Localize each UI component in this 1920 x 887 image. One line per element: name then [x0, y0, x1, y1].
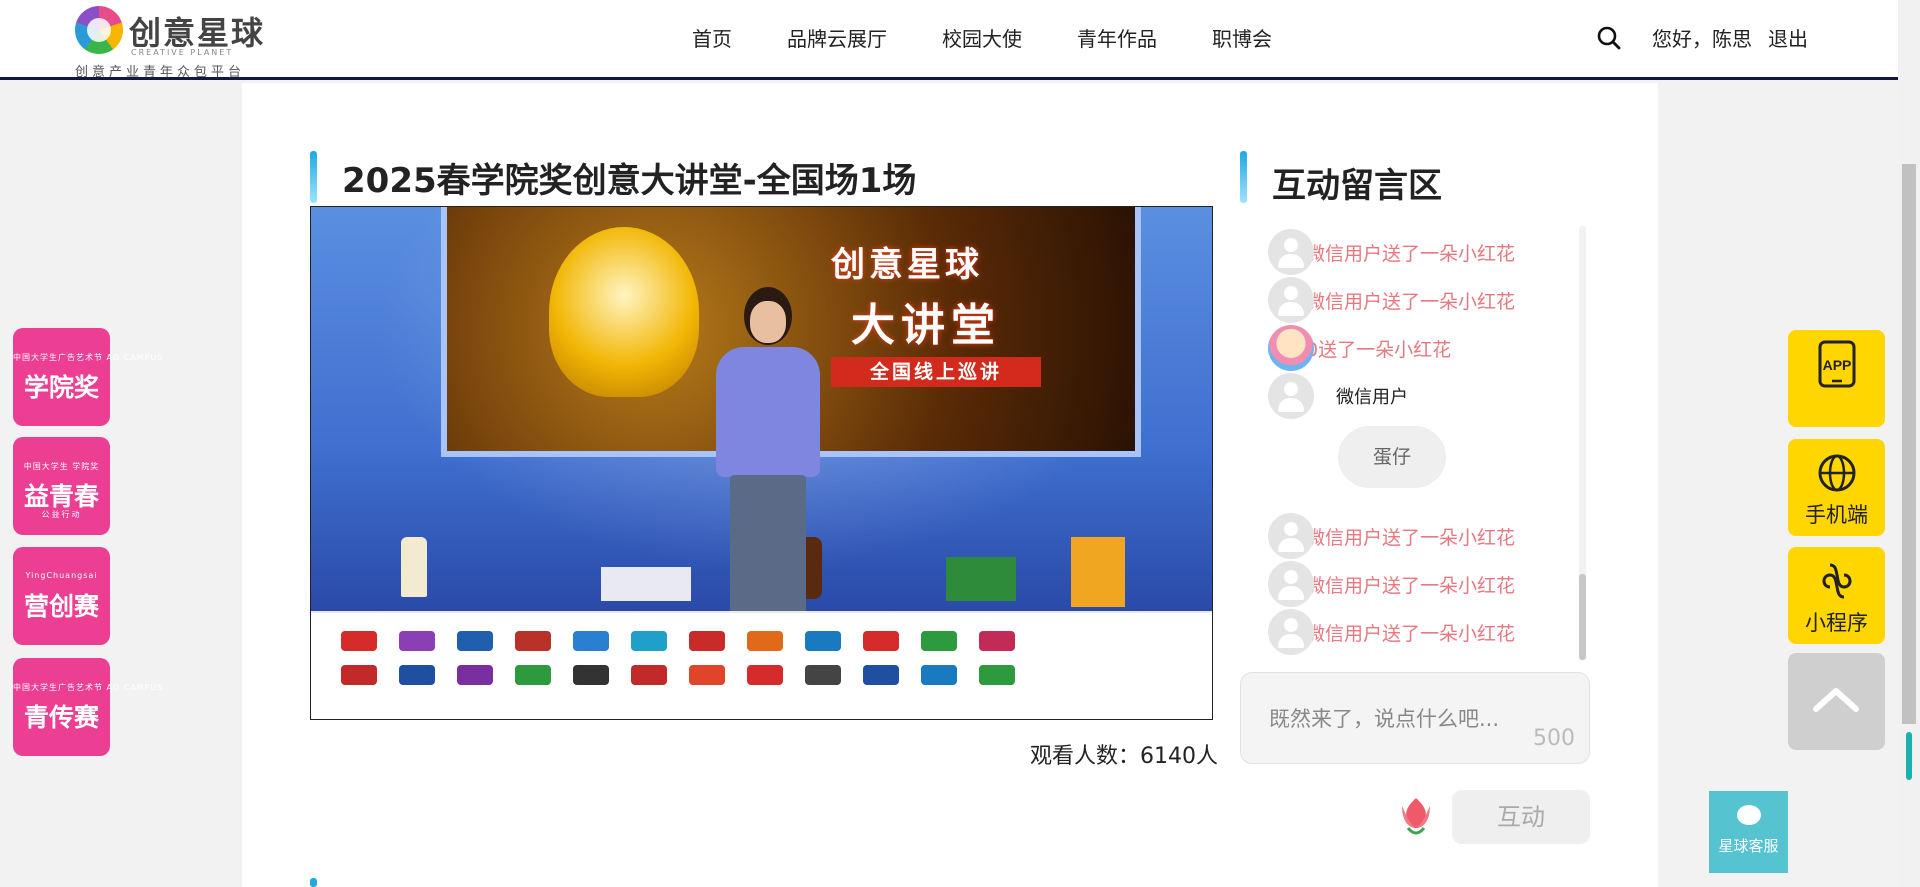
float-small-text: 中国大学生广告艺术节 AD CAMPUS [13, 683, 164, 692]
float-college-award[interactable]: 中国大学生广告艺术节 AD CAMPUS 学院奖 [13, 328, 164, 426]
nav-brand-gallery[interactable]: 品牌云展厅 [787, 24, 887, 54]
mini-program-label: 小程序 [1805, 611, 1868, 635]
gift-message-text: 微信用户送了一朵小红花 [1306, 242, 1516, 265]
user-avatar-icon [1268, 277, 1314, 323]
mobile-site-label: 手机端 [1805, 503, 1868, 527]
viewer-count: 观看人数：6140人 [1030, 744, 1218, 769]
site-header: 创意星球 CREATIVE PLANET 创意产业青年众包平台 首页 品牌云展厅… [0, 0, 1898, 80]
chat-message-list[interactable]: 微信用户送了一朵小红花 微信用户送了一朵小红花 0送了一朵小红花 微信用户 蛋仔… [1240, 226, 1590, 660]
nav-youth-works[interactable]: 青年作品 [1077, 24, 1157, 54]
site-logo[interactable]: 创意星球 CREATIVE PLANET 创意产业青年众包平台 [75, 4, 275, 80]
nav-job-fair[interactable]: 职博会 [1212, 24, 1272, 54]
live-section-accent-bar [310, 151, 317, 203]
screen-brand-line1: 创意星球 [831, 245, 983, 285]
float-big-text: 益青春 [23, 482, 99, 511]
char-count: 500 [1533, 726, 1575, 751]
float-small-text: 中国大学生 学院奖 [23, 462, 100, 471]
product-display [601, 567, 691, 601]
app-icon-text: APP [1823, 357, 1852, 373]
app-icon: APP [1818, 340, 1856, 388]
product-bottle [401, 537, 427, 597]
live-title: 2025春学院奖创意大讲堂-全国场1场 [342, 161, 917, 201]
screen-tour-banner: 全国线上巡讲 [831, 357, 1041, 387]
user-avatar-icon [1268, 373, 1314, 419]
main-nav: 首页 品牌云展厅 校园大使 青年作品 职博会 [692, 24, 1327, 54]
chat-scrollbar-thumb[interactable] [1579, 574, 1586, 660]
chat-section-accent-bar [1240, 151, 1247, 203]
gift-message-text: 微信用户送了一朵小红花 [1306, 290, 1516, 313]
float-marketing-contest[interactable]: YingChuangsai 营创赛 [13, 547, 110, 645]
logout-link[interactable]: 退出 [1768, 24, 1808, 54]
float-youth-comm-contest[interactable]: 中国大学生广告艺术节 AD CAMPUS 青传赛 [13, 658, 164, 756]
float-youth-charity[interactable]: 中国大学生 学院奖 益青春 公益行动 [13, 437, 110, 535]
nav-campus-ambassador[interactable]: 校园大使 [942, 24, 1022, 54]
logo-english: CREATIVE PLANET [131, 48, 234, 57]
chevron-up-icon [1813, 688, 1859, 712]
gift-message-text: 微信用户送了一朵小红花 [1306, 526, 1516, 549]
mascot-image [549, 227, 699, 397]
screen-brand-line2: 大讲堂 [851, 300, 1001, 351]
sponsor-logo-band [311, 611, 1212, 719]
user-greeting[interactable]: 您好，陈思 [1652, 24, 1752, 54]
gift-message-text: 微信用户送了一朵小红花 [1306, 622, 1516, 645]
chat-title: 互动留言区 [1272, 166, 1442, 206]
product-box [1071, 537, 1125, 607]
float-small-text: 中国大学生广告艺术节 AD CAMPUS [13, 353, 164, 362]
search-icon[interactable] [1596, 25, 1622, 51]
chat-message: 微信用户送了一朵小红花 [1268, 276, 1515, 324]
float-small-text: YingChuangsai [25, 571, 98, 580]
logo-subtitle: 创意产业青年众包平台 [75, 65, 246, 80]
chat-user-name: 微信用户 [1336, 387, 1408, 408]
flower-gift-icon[interactable] [1396, 794, 1436, 838]
app-download-button[interactable]: APP [1788, 330, 1885, 427]
float-big-text: 学院奖 [23, 373, 99, 402]
gift-message-text: 微信用户送了一朵小红花 [1306, 574, 1516, 597]
logo-badge-icon [75, 6, 123, 54]
user-avatar-icon [1268, 561, 1314, 607]
chat-message: 0送了一朵小红花 [1268, 324, 1451, 372]
float-big-text: 营创赛 [23, 592, 99, 621]
gift-message-text: 0送了一朵小红花 [1306, 338, 1452, 361]
customer-service-label: 星球客服 [1718, 837, 1779, 855]
page-scrollbar-thumb[interactable] [1902, 164, 1916, 724]
cartoon-avatar-icon [1268, 325, 1314, 371]
chat-message: 微信用户送了一朵小红花 [1268, 608, 1515, 656]
mini-program-button[interactable]: 小程序 [1788, 547, 1885, 644]
user-avatar-icon [1268, 229, 1314, 275]
nav-home[interactable]: 首页 [692, 24, 732, 54]
chat-input-field[interactable]: 既然来了，说点什么吧... 500 [1240, 672, 1590, 764]
chat-message: 微信用户送了一朵小红花 [1268, 560, 1515, 608]
user-avatar-icon [1268, 609, 1314, 655]
float-big-text: 青传赛 [23, 703, 99, 732]
live-video-player[interactable]: 创意星球 大讲堂 全国线上巡讲 [310, 206, 1213, 720]
presenter-figure [706, 287, 826, 615]
chat-bubble: 蛋仔 [1338, 426, 1446, 488]
interact-send-button[interactable]: 互动 [1452, 790, 1590, 844]
back-to-top-button[interactable] [1788, 653, 1885, 750]
mini-program-icon [1822, 563, 1852, 599]
chat-message: 微信用户送了一朵小红花 [1268, 228, 1515, 276]
scroll-progress-indicator [1906, 732, 1912, 780]
chat-bubble-icon [1737, 805, 1761, 825]
globe-icon [1818, 454, 1856, 492]
next-section-accent-bar [310, 878, 317, 887]
product-box [946, 557, 1016, 601]
user-avatar-icon [1268, 513, 1314, 559]
customer-service-button[interactable]: 星球客服 [1709, 791, 1788, 873]
chat-input-placeholder: 既然来了，说点什么吧... [1269, 707, 1500, 731]
mobile-site-button[interactable]: 手机端 [1788, 439, 1885, 536]
chat-message: 微信用户 [1268, 372, 1408, 420]
chat-message: 微信用户送了一朵小红花 [1268, 512, 1515, 560]
float-tiny-text: 公益行动 [41, 510, 82, 519]
